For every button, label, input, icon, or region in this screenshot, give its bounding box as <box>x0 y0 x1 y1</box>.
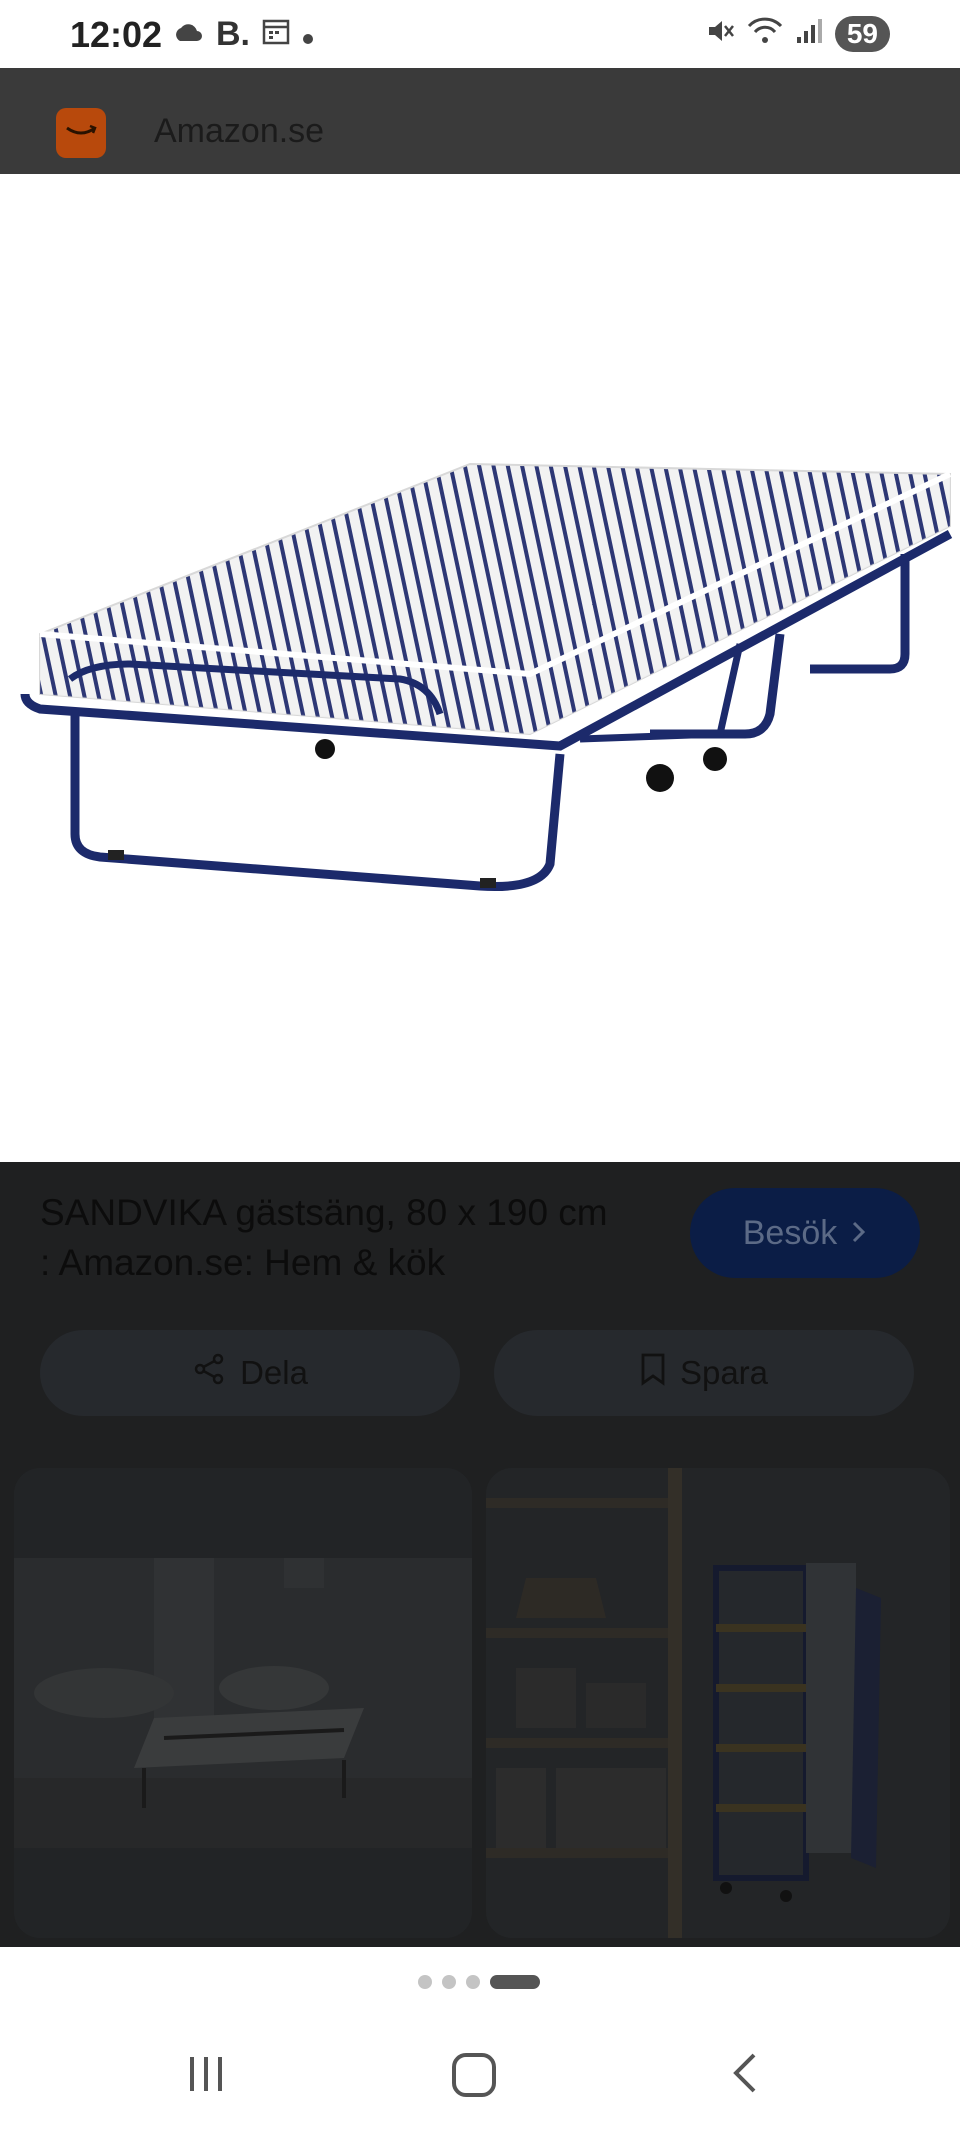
amazon-logo-icon <box>56 108 106 158</box>
pager-dot[interactable] <box>442 1975 456 1989</box>
mute-icon <box>705 16 735 53</box>
signal-icon <box>795 17 823 52</box>
battery-indicator: 59 <box>834 16 890 52</box>
status-bar: 12:02 B. 59 <box>0 0 960 68</box>
dot-icon <box>302 16 314 53</box>
home-icon[interactable] <box>452 2053 496 2097</box>
chevron-right-icon <box>851 1214 867 1253</box>
share-button-label: Dela <box>240 1354 308 1391</box>
save-button[interactable]: Spara <box>494 1330 914 1416</box>
status-time: 12:02 <box>70 14 163 55</box>
back-icon[interactable] <box>730 2051 758 2100</box>
pager-dot-active[interactable] <box>490 1975 540 1989</box>
bottom-area <box>0 1947 960 2133</box>
product-title[interactable]: SANDVIKA gästsäng, 80 x 190 cm : Amazon.… <box>40 1188 620 1288</box>
visit-button-label: Besök <box>742 1213 838 1252</box>
related-image-folded-bed[interactable] <box>486 1468 950 1938</box>
wifi-icon <box>747 16 783 53</box>
share-button[interactable]: Dela <box>40 1330 460 1416</box>
product-image[interactable] <box>0 174 960 1162</box>
calendar-icon <box>262 16 290 53</box>
app-title[interactable]: Amazon.se <box>154 112 324 151</box>
bookmark-icon <box>640 1352 666 1394</box>
pager-dot[interactable] <box>466 1975 480 1989</box>
carrier-badge: B. <box>216 14 250 53</box>
related-image-bedroom[interactable] <box>14 1468 472 1938</box>
status-left-icons: B. <box>172 14 314 54</box>
save-button-label: Spara <box>679 1354 769 1391</box>
image-pager <box>418 1975 540 1989</box>
recent-apps-icon[interactable] <box>186 2055 226 2098</box>
visit-button[interactable]: Besök <box>690 1188 920 1278</box>
info-panel: SANDVIKA gästsäng, 80 x 190 cm : Amazon.… <box>0 1162 960 1947</box>
cloud-icon <box>172 16 204 53</box>
status-right-icons: 59 <box>705 14 890 54</box>
pager-dot[interactable] <box>418 1975 432 1989</box>
share-icon <box>192 1352 226 1394</box>
app-header: Amazon.se <box>0 68 960 174</box>
